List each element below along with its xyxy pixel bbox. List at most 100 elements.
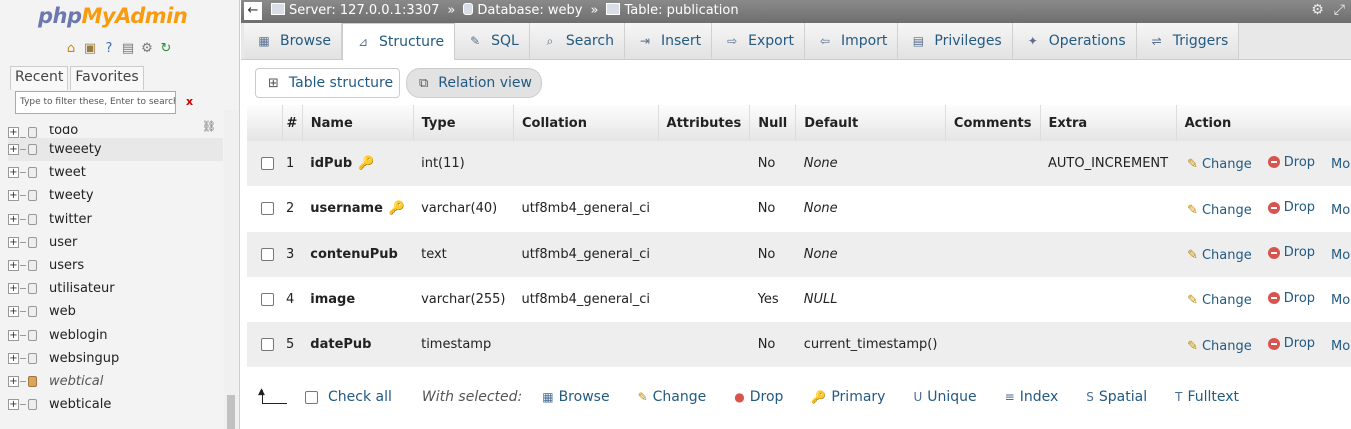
bulk-change-button[interactable]: ✎ Change	[638, 389, 707, 405]
col-collation[interactable]: Collation	[513, 105, 659, 141]
drop-button[interactable]: Drop	[1267, 200, 1315, 215]
column-name[interactable]: username	[310, 201, 383, 216]
row-checkbox[interactable]	[261, 293, 274, 307]
nav-table-item[interactable]: + tweety	[8, 184, 223, 207]
tab-sql[interactable]: ✎ SQL	[455, 23, 530, 59]
more-button[interactable]: More	[1331, 293, 1351, 308]
tab-recent[interactable]: Recent	[10, 66, 69, 90]
nav-table-item[interactable]: + websingup	[8, 347, 223, 370]
expand-icon[interactable]: +	[8, 375, 19, 387]
expand-icon[interactable]: +	[8, 352, 19, 364]
drop-button[interactable]: Drop	[1267, 336, 1315, 351]
more-button[interactable]: More	[1331, 157, 1351, 172]
row-checkbox[interactable]	[261, 247, 274, 261]
change-button[interactable]: ✎ Change	[1187, 203, 1252, 218]
tab-favorites[interactable]: Favorites	[70, 66, 144, 90]
expand-icon[interactable]: +	[8, 144, 19, 156]
breadcrumb-server[interactable]: Server: 127.0.0.1:3307	[271, 3, 439, 18]
col-name[interactable]: Name	[302, 105, 414, 141]
tab-insert[interactable]: ⇥ Insert	[624, 23, 713, 59]
bulk-primary-button[interactable]: 🔑 Primary	[811, 389, 885, 405]
nav-table-item[interactable]: + weblogin	[8, 324, 223, 347]
bulk-drop-button[interactable]: ● Drop	[734, 389, 783, 405]
maximize-icon[interactable]: ⤢	[1334, 2, 1345, 18]
tab-table-structure[interactable]: ⊞ Table structure	[255, 68, 400, 98]
expand-icon[interactable]: +	[8, 213, 19, 225]
tab-operations[interactable]: ✦ Operations	[1012, 23, 1137, 59]
nav-table-item[interactable]: + utilisateur	[8, 277, 223, 300]
nav-table-item[interactable]: + twitter	[8, 208, 223, 231]
bulk-index-button[interactable]: ≡ Index	[1005, 389, 1059, 405]
breadcrumb-table[interactable]: Table: publication	[606, 3, 739, 18]
bulk-fulltext-button[interactable]: T Fulltext	[1175, 389, 1239, 405]
expand-icon[interactable]: +	[8, 127, 19, 138]
nav-scrollbar[interactable]	[224, 110, 238, 429]
tab-import[interactable]: ⇦ Import	[804, 23, 899, 59]
exit-icon[interactable]: ▣	[82, 41, 98, 57]
home-icon[interactable]: ⌂	[63, 41, 79, 57]
tab-privileges[interactable]: ▤ Privileges	[898, 23, 1013, 59]
tab-structure[interactable]: ⊿ Structure	[341, 23, 456, 60]
expand-icon[interactable]: +	[8, 283, 19, 295]
docs-icon[interactable]: ▤	[120, 41, 136, 57]
column-name[interactable]: image	[310, 292, 355, 307]
col-comments[interactable]: Comments	[945, 105, 1041, 141]
tab-export[interactable]: ⇨ Export	[712, 23, 805, 59]
tab-browse[interactable]: ▦ Browse	[244, 23, 342, 59]
more-button[interactable]: More	[1331, 203, 1351, 218]
col-null[interactable]: Null	[749, 105, 797, 141]
collapse-nav-button[interactable]: ←	[244, 2, 262, 20]
expand-icon[interactable]: +	[8, 190, 19, 202]
expand-icon[interactable]: +	[8, 399, 19, 411]
gear-icon[interactable]: ⚙	[1311, 2, 1324, 18]
col-type[interactable]: Type	[413, 105, 514, 141]
nav-table-item[interactable]: + tweet	[8, 161, 223, 184]
col-attributes[interactable]: Attributes	[658, 105, 751, 141]
settings-icon[interactable]: ⚙	[139, 41, 155, 57]
nav-table-item[interactable]: + user	[8, 231, 223, 254]
check-all-label[interactable]: Check all	[328, 389, 392, 405]
bulk-unique-button[interactable]: U Unique	[913, 389, 976, 405]
row-checkbox[interactable]	[261, 157, 274, 171]
expand-icon[interactable]: +	[8, 236, 19, 248]
nav-table-item[interactable]: + tweeety	[8, 138, 223, 162]
column-name[interactable]: idPub	[310, 156, 352, 171]
check-all-checkbox[interactable]	[305, 390, 318, 404]
tab-relation-view[interactable]: ⧉ Relation view	[406, 68, 542, 98]
phpmyadmin-logo[interactable]: phpMyAdmin	[38, 4, 188, 28]
change-button[interactable]: ✎ Change	[1187, 293, 1252, 308]
expand-icon[interactable]: +	[8, 167, 19, 179]
filter-clear-button[interactable]: x	[186, 95, 193, 108]
more-button[interactable]: More	[1331, 248, 1351, 263]
row-checkbox[interactable]	[261, 202, 274, 216]
expand-icon[interactable]: +	[8, 306, 19, 318]
column-name[interactable]: datePub	[310, 337, 371, 352]
change-button[interactable]: ✎ Change	[1187, 248, 1252, 263]
table-filter-input[interactable]: Type to filter these, Enter to search al	[15, 91, 176, 114]
tab-triggers[interactable]: ⇌ Triggers	[1136, 23, 1240, 59]
nav-table-item[interactable]: + webtical	[8, 370, 223, 393]
more-button[interactable]: More	[1331, 339, 1351, 354]
nav-table-item[interactable]: + webticale	[8, 393, 223, 416]
change-button[interactable]: ✎ Change	[1187, 339, 1252, 354]
change-button[interactable]: ✎ Change	[1187, 157, 1252, 172]
nav-table-item[interactable]: + todo	[8, 126, 223, 138]
row-checkbox[interactable]	[261, 338, 274, 352]
expand-icon[interactable]: +	[8, 260, 19, 272]
breadcrumb-database[interactable]: Database: weby	[463, 3, 583, 18]
tab-search[interactable]: ⌕ Search	[529, 23, 625, 59]
drop-button[interactable]: Drop	[1267, 291, 1315, 306]
drop-button[interactable]: Drop	[1267, 245, 1315, 260]
bulk-browse-button[interactable]: ▦ Browse	[542, 389, 609, 405]
nav-table-item[interactable]: + users	[8, 254, 223, 277]
drop-button[interactable]: Drop	[1267, 155, 1315, 170]
nav-scrollbar-thumb[interactable]	[227, 395, 235, 429]
column-name[interactable]: contenuPub	[310, 247, 398, 262]
col-default[interactable]: Default	[795, 105, 946, 141]
reload-icon[interactable]: ↻	[158, 41, 174, 57]
expand-icon[interactable]: +	[8, 329, 19, 341]
nav-table-item[interactable]: + web	[8, 300, 223, 323]
bulk-spatial-button[interactable]: S Spatial	[1086, 389, 1147, 405]
help-icon[interactable]: ?	[101, 41, 117, 57]
col-extra[interactable]: Extra	[1040, 105, 1177, 141]
